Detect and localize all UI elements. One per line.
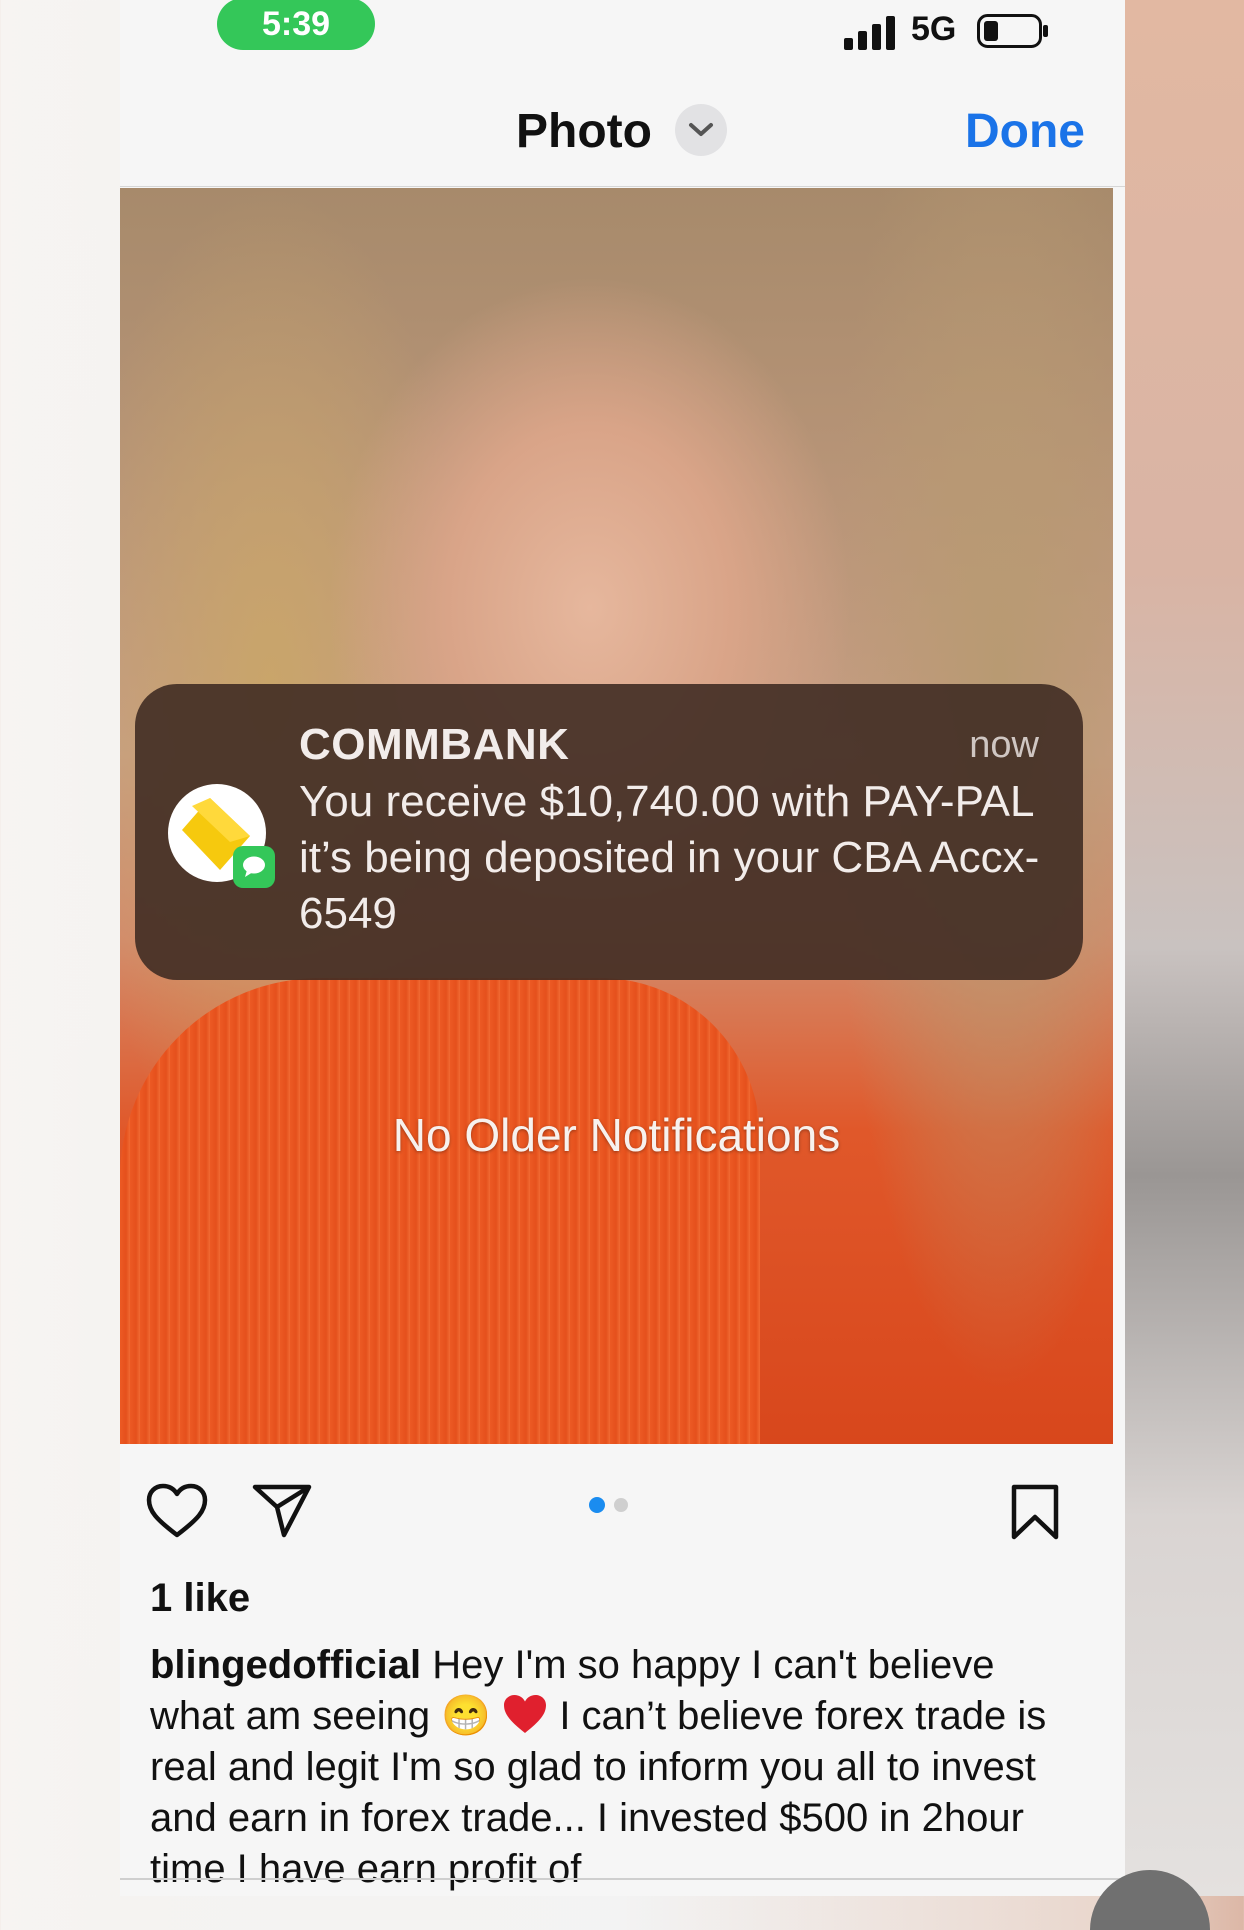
status-time: 5:39 (217, 0, 375, 50)
done-button[interactable]: Done (965, 104, 1085, 159)
post-caption: blingedofficial Hey I'm so happy I can't… (150, 1640, 1070, 1895)
photo-shirt (120, 978, 760, 1444)
heart-icon[interactable] (146, 1483, 208, 1539)
chevron-down-button[interactable] (675, 104, 727, 156)
chevron-down-icon (689, 123, 713, 136)
messages-badge-icon (233, 846, 275, 888)
nav-bar: Photo Done (120, 80, 1125, 187)
bookmark-icon[interactable] (1010, 1483, 1060, 1541)
post-actions-bar (120, 1455, 1125, 1565)
notification-app-name: COMMBANK (299, 720, 570, 769)
signal-icon (844, 16, 895, 50)
caption-username[interactable]: blingedofficial (150, 1643, 421, 1687)
like-count[interactable]: 1 like (150, 1576, 250, 1621)
post-photo[interactable]: COMMBANK now You receive $10,740.00 with… (120, 188, 1113, 1444)
network-type: 5G (911, 10, 957, 48)
bottom-divider (120, 1878, 1125, 1880)
status-bar: 5:39 5G (120, 0, 1125, 70)
red-heart-emoji-icon (504, 1695, 547, 1733)
notification-banner: COMMBANK now You receive $10,740.00 with… (135, 684, 1083, 980)
carousel-dots (589, 1497, 628, 1513)
share-icon[interactable] (252, 1483, 312, 1539)
page-title: Photo (516, 105, 652, 158)
battery-icon (977, 14, 1048, 48)
notification-message: You receive $10,740.00 with PAY-PAL it’s… (299, 777, 1040, 938)
background-blur (1125, 0, 1244, 1896)
grin-emoji: 😁 (441, 1694, 492, 1738)
notification-time: now (969, 724, 1039, 766)
phone-screen: 5:39 5G Photo Done COMMBANK now You rece… (120, 0, 1125, 1896)
no-older-notifications-label: No Older Notifications (392, 1109, 841, 1161)
